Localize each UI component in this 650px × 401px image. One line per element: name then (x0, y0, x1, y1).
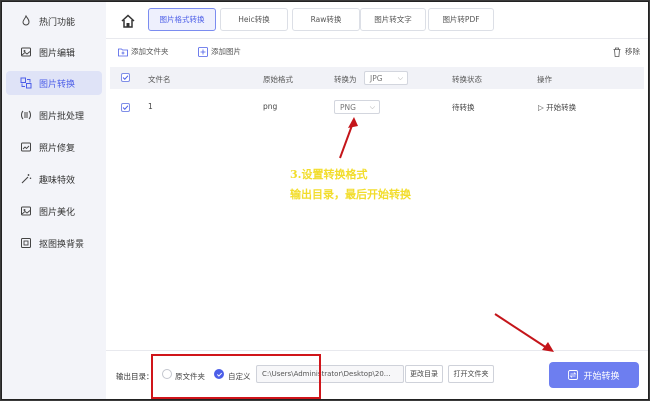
header-format-select[interactable]: JPG ⌵ (364, 71, 408, 85)
sidebar-item-hot[interactable]: 热门功能 (6, 9, 102, 33)
sidebar-item-label: 图片编辑 (39, 48, 76, 59)
sidebar-item-batch[interactable]: 图片批处理 (6, 103, 102, 127)
annotation-line-2: 输出目录，最后开始转换 (290, 188, 411, 201)
output-dir-label: 输出目录： (116, 372, 154, 381)
start-convert-button[interactable]: 开始转换 (549, 362, 639, 388)
annotation-line-1: 3.设置转换格式 (290, 168, 368, 181)
check-icon (122, 75, 129, 80)
row-file-name: 1 (148, 102, 153, 111)
check-icon (122, 105, 129, 110)
tab-divider (106, 38, 648, 39)
footer-divider (106, 350, 648, 351)
change-dir-button[interactable]: 更改目录 (405, 365, 443, 383)
batch-icon (19, 109, 32, 122)
sidebar-item-label: 趣味特效 (39, 175, 76, 186)
sidebar-item-label: 照片修复 (39, 143, 76, 154)
tab-raw-convert[interactable]: Raw转换 (292, 8, 360, 31)
tab-heic-convert[interactable]: Heic转换 (220, 8, 288, 31)
sidebar-item-label: 图片美化 (39, 207, 76, 218)
image-add-icon (198, 46, 208, 57)
sidebar-item-beautify[interactable]: 图片美化 (6, 199, 102, 223)
chevron-down-icon: ⌵ (397, 74, 403, 82)
app-window: 热门功能 图片编辑 图片转换 图片批处理 照片修复 趣味特效 图片美化 抠图换背… (1, 1, 649, 400)
trash-icon (613, 47, 621, 57)
sidebar-item-effects[interactable]: 趣味特效 (6, 167, 102, 191)
row-checkbox[interactable] (121, 103, 130, 112)
sidebar-item-cutout[interactable]: 抠图换背景 (6, 231, 102, 255)
beautify-icon (19, 205, 32, 218)
main-panel: 图片格式转换 Heic转换 Raw转换 图片转文字 图片转PDF 添加文件夹 添… (106, 2, 648, 399)
table-row: 1 png PNG ⌵ 待转换 ▷ 开始转换 (110, 98, 644, 118)
home-icon[interactable] (120, 13, 136, 29)
tab-image-to-pdf[interactable]: 图片转PDF (428, 8, 494, 31)
remove-button[interactable]: 移除 (612, 46, 640, 57)
tab-image-to-text[interactable]: 图片转文字 (360, 8, 426, 31)
highlight-box (151, 354, 321, 399)
sidebar-item-label: 热门功能 (39, 17, 76, 28)
hot-icon (19, 15, 32, 28)
convert-icon (568, 370, 579, 380)
image-convert-icon (19, 77, 32, 90)
sidebar-item-image-edit[interactable]: 图片编辑 (6, 40, 102, 64)
select-all-checkbox[interactable] (121, 73, 130, 82)
row-status: 待转换 (452, 103, 475, 112)
row-format-select[interactable]: PNG ⌵ (334, 100, 380, 114)
header-status: 转换状态 (452, 75, 482, 84)
image-edit-icon (19, 46, 32, 59)
row-original-format: png (263, 102, 278, 111)
tab-image-format-convert[interactable]: 图片格式转换 (148, 8, 216, 31)
row-start-convert[interactable]: ▷ 开始转换 (538, 102, 576, 113)
sidebar-item-label: 图片批处理 (39, 111, 85, 122)
sidebar-item-image-convert[interactable]: 图片转换 (6, 71, 102, 95)
play-icon: ▷ (538, 103, 544, 112)
header-action: 操作 (537, 75, 552, 84)
sidebar-item-label: 图片转换 (39, 79, 76, 90)
header-convert-to: 转换为 (334, 75, 357, 84)
sidebar-item-photo-repair[interactable]: 照片修复 (6, 135, 102, 159)
header-file-name: 文件名 (148, 75, 171, 84)
header-original-format: 原始格式 (263, 75, 293, 84)
add-image-button[interactable]: 添加图片 (198, 46, 241, 57)
sidebar-item-label: 抠图换背景 (39, 239, 85, 250)
photo-repair-icon (19, 141, 32, 154)
table-header: 文件名 原始格式 转换为 JPG ⌵ 转换状态 操作 (110, 67, 644, 89)
folder-add-icon (118, 48, 128, 56)
cutout-icon (19, 237, 32, 250)
sidebar: 热门功能 图片编辑 图片转换 图片批处理 照片修复 趣味特效 图片美化 抠图换背… (2, 2, 106, 399)
add-folder-button[interactable]: 添加文件夹 (118, 46, 169, 57)
effects-icon (19, 173, 32, 186)
open-folder-button[interactable]: 打开文件夹 (448, 365, 494, 383)
chevron-down-icon: ⌵ (369, 103, 375, 111)
